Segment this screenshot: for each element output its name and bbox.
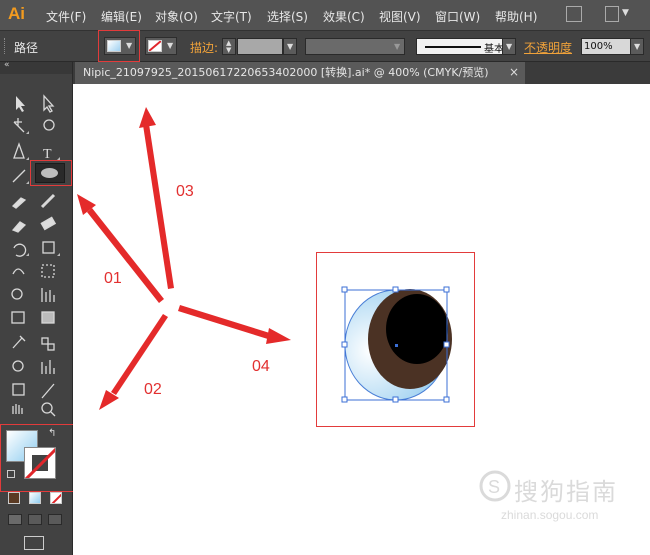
chevron-down-icon: ▼ <box>506 42 513 51</box>
menu-file[interactable]: 文件(F) <box>46 8 86 25</box>
artboard-tool-icon <box>12 383 25 396</box>
draw-inside-icon[interactable] <box>48 514 62 525</box>
menu-select[interactable]: 选择(S) <box>267 8 308 25</box>
mesh-tool-icon <box>11 311 25 324</box>
stroke-weight-input[interactable] <box>237 38 283 55</box>
variable-width-profile[interactable]: ▼ <box>305 38 405 55</box>
workspace-dropdown-icon[interactable]: ▼ <box>622 8 629 18</box>
sogou-logo-icon: S <box>479 470 511 502</box>
selection-tool-icon <box>16 96 25 112</box>
step-label-02: 02 <box>144 381 162 398</box>
color-mode-button[interactable] <box>8 492 20 504</box>
swap-fill-stroke-icon[interactable]: ↰ <box>48 428 56 439</box>
ellipse-tool-icon <box>41 168 58 178</box>
blob-brush-icon <box>11 221 27 233</box>
grip-icon <box>4 38 8 54</box>
fill-color-button[interactable]: ▼ <box>104 37 136 55</box>
app-logo: Ai <box>8 4 25 23</box>
eye-artwork[interactable] <box>338 281 458 411</box>
direct-selection-tool-icon <box>43 94 55 113</box>
menu-edit[interactable]: 编辑(E) <box>101 8 142 25</box>
arrow-04 <box>178 305 273 340</box>
step-label-03: 03 <box>176 183 194 200</box>
blend-tool-icon <box>41 337 49 345</box>
fill-swatch <box>107 40 121 52</box>
chevron-down-icon: ▼ <box>394 42 401 51</box>
menu-bar: Ai 文件(F) 编辑(E) 对象(O) 文字(T) 选择(S) 效果(C) 视… <box>0 0 650 30</box>
step-label-01: 01 <box>104 270 122 287</box>
default-colors-icon[interactable] <box>7 470 15 478</box>
menu-view[interactable]: 视图(V) <box>379 8 421 25</box>
stroke-line-preview <box>425 46 481 48</box>
chevron-down-icon: ▼ <box>167 41 174 50</box>
artboard-canvas[interactable]: 01 02 03 04 S 搜狗指南 zhinan.sogou.com <box>73 84 650 555</box>
close-tab-icon[interactable]: × <box>509 65 519 79</box>
stroke-color-box[interactable] <box>24 447 56 479</box>
ellipse-tool-button[interactable] <box>35 163 65 183</box>
tools-panel: « T ↰ <box>0 60 94 555</box>
gradient-tool-icon <box>41 311 55 324</box>
stroke-none-swatch <box>148 40 162 52</box>
column-graph-icon <box>41 360 55 374</box>
menu-window[interactable]: 窗口(W) <box>435 8 480 25</box>
slice-tool-icon <box>41 383 55 399</box>
pencil-tool-icon <box>40 193 56 209</box>
warp-tool-icon <box>12 268 25 275</box>
stepper-down-icon: ▼ <box>226 46 232 54</box>
workspace-icon[interactable] <box>605 6 619 22</box>
free-transform-icon <box>41 264 55 278</box>
magic-wand-icon <box>13 118 25 133</box>
chevron-down-icon: ▼ <box>634 42 641 51</box>
graph-tool-icon <box>41 288 55 302</box>
line-tool-icon <box>12 169 26 183</box>
stroke-style-label: 基本 <box>484 44 504 55</box>
chevron-down-icon: ▼ <box>126 41 133 50</box>
symbol-sprayer-icon <box>12 360 24 372</box>
hand-tool-icon <box>12 404 23 414</box>
lasso-tool-icon <box>43 119 55 131</box>
brush-definition-field[interactable]: 基本 <box>416 38 514 55</box>
opacity-label[interactable]: 不透明度 <box>524 39 572 56</box>
draw-behind-icon[interactable] <box>28 514 42 525</box>
arrow-03 <box>143 124 174 289</box>
opacity-input[interactable]: 100% <box>581 38 631 55</box>
eraser-tool-icon <box>40 216 57 231</box>
chevron-down-icon: ▼ <box>287 42 294 51</box>
brush-dropdown[interactable]: ▼ <box>502 38 516 55</box>
opacity-dropdown[interactable]: ▼ <box>630 38 644 55</box>
shape-builder-icon <box>11 288 23 300</box>
document-tab[interactable]: Nipic_21097925_20150617220653402000 [转换]… <box>75 62 525 84</box>
paintbrush-tool-icon <box>11 197 27 209</box>
stroke-weight-stepper[interactable]: ▲ ▼ <box>222 38 236 55</box>
scale-tool-icon <box>42 241 55 254</box>
watermark-url: zhinan.sogou.com <box>501 508 599 522</box>
watermark-text: 搜狗指南 <box>514 479 618 506</box>
stroke-label[interactable]: 描边: <box>190 39 218 56</box>
control-bar: 路径 ▼ ▼ 描边: ▲ ▼ ▼ ▼ 基本 ▼ 不透明度 100% ▼ <box>0 30 650 62</box>
menu-type[interactable]: 文字(T) <box>211 8 252 25</box>
eye-pupil <box>386 294 448 364</box>
rotate-tool-icon <box>13 243 27 257</box>
stroke-weight-dropdown[interactable]: ▼ <box>283 38 297 55</box>
none-mode-button[interactable] <box>50 492 62 504</box>
stroke-color-button[interactable]: ▼ <box>145 37 177 55</box>
menu-effect[interactable]: 效果(C) <box>323 8 365 25</box>
pen-tool-icon <box>13 142 25 159</box>
eyedropper-tool-icon <box>12 335 26 349</box>
selection-type-label: 路径 <box>14 41 39 55</box>
center-point <box>395 344 398 347</box>
svg-text:S: S <box>488 477 500 497</box>
bridge-icon[interactable] <box>566 6 582 22</box>
document-title: Nipic_21097925_20150617220653402000 [转换]… <box>83 66 489 79</box>
document-tab-bar: Nipic_21097925_20150617220653402000 [转换]… <box>73 62 650 84</box>
draw-normal-icon[interactable] <box>8 514 22 525</box>
menu-object[interactable]: 对象(O) <box>155 8 198 25</box>
menu-help[interactable]: 帮助(H) <box>495 8 537 25</box>
screen-mode-icon[interactable] <box>24 536 44 550</box>
step-label-04: 04 <box>252 358 270 375</box>
zoom-tool-icon <box>41 402 53 414</box>
gradient-mode-button[interactable] <box>29 492 41 504</box>
arrow-01 <box>87 208 164 303</box>
